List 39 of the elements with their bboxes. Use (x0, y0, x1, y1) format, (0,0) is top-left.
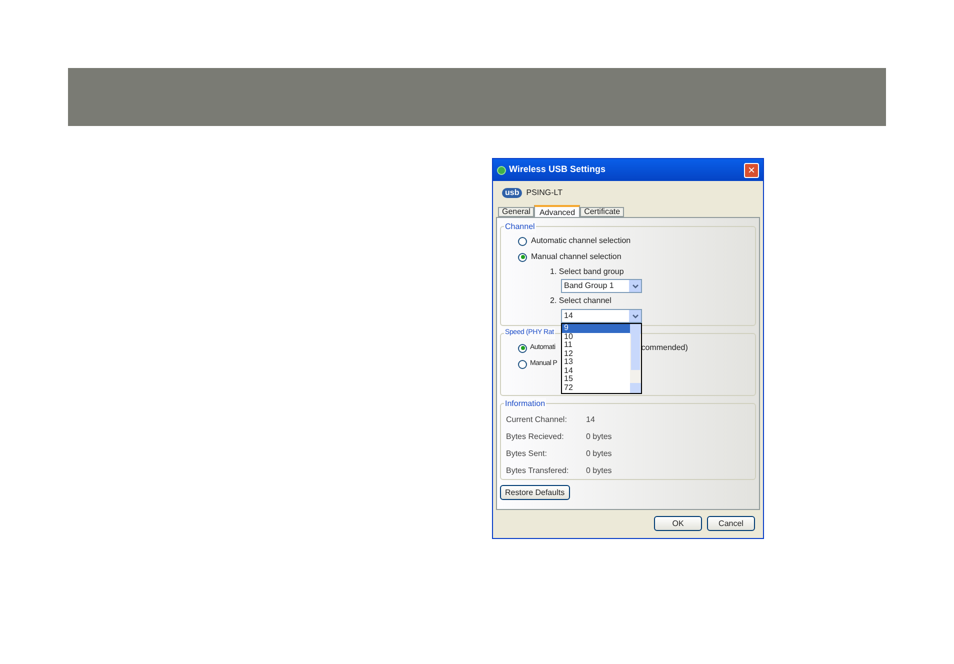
radio-button[interactable] (518, 360, 527, 368)
tab[interactable]: Advanced (534, 205, 580, 217)
tab[interactable]: General (498, 207, 534, 217)
option-label: Automatic channel selection (531, 235, 631, 247)
radio-button[interactable] (518, 344, 527, 352)
close-button[interactable]: × (744, 162, 759, 178)
list-item[interactable]: 11 (562, 341, 630, 350)
radio-button[interactable] (518, 252, 527, 262)
info-value: 0 bytes (586, 448, 612, 460)
group-label: Information (504, 398, 546, 410)
info-value: 0 bytes (586, 465, 612, 477)
list-item[interactable]: 13 (562, 358, 630, 366)
radio-button[interactable] (518, 236, 527, 246)
list-item[interactable]: 12 (562, 350, 630, 358)
dialog-button[interactable]: Cancel (707, 516, 755, 531)
dialog-button[interactable]: OK (654, 516, 702, 531)
list-item[interactable]: 14 (562, 366, 630, 375)
field-label: 2. Select channel (550, 295, 612, 307)
option-label: commended) (641, 342, 688, 354)
field-label: 1. Select band group (550, 266, 625, 278)
restore-defaults-button[interactable]: Restore Defaults (500, 485, 570, 500)
list-item[interactable]: 15 (562, 375, 630, 384)
scroll-bar (630, 324, 641, 393)
list-item[interactable]: 10 (562, 332, 630, 341)
device-name: PSING-LT (526, 187, 563, 199)
option-label: Manual channel selection (531, 251, 622, 263)
list-item[interactable]: 72 (562, 384, 630, 392)
info-value: 14 (586, 414, 595, 426)
info-value: 0 bytes (586, 431, 612, 443)
tab[interactable]: Certificate (580, 207, 624, 217)
window-title: Wireless USB Settings (509, 163, 606, 176)
list-item[interactable]: 9 (562, 324, 630, 332)
dropdown[interactable]: Band Group 1 (561, 279, 642, 293)
info-label: Bytes Recieved: (506, 431, 565, 443)
usb-logo: usb (502, 188, 522, 198)
info-label: Bytes Transfered: (506, 465, 570, 477)
info-label: Bytes Sent: (506, 448, 548, 460)
info-label: Current Channel: (506, 414, 568, 426)
app-icon (497, 166, 506, 174)
